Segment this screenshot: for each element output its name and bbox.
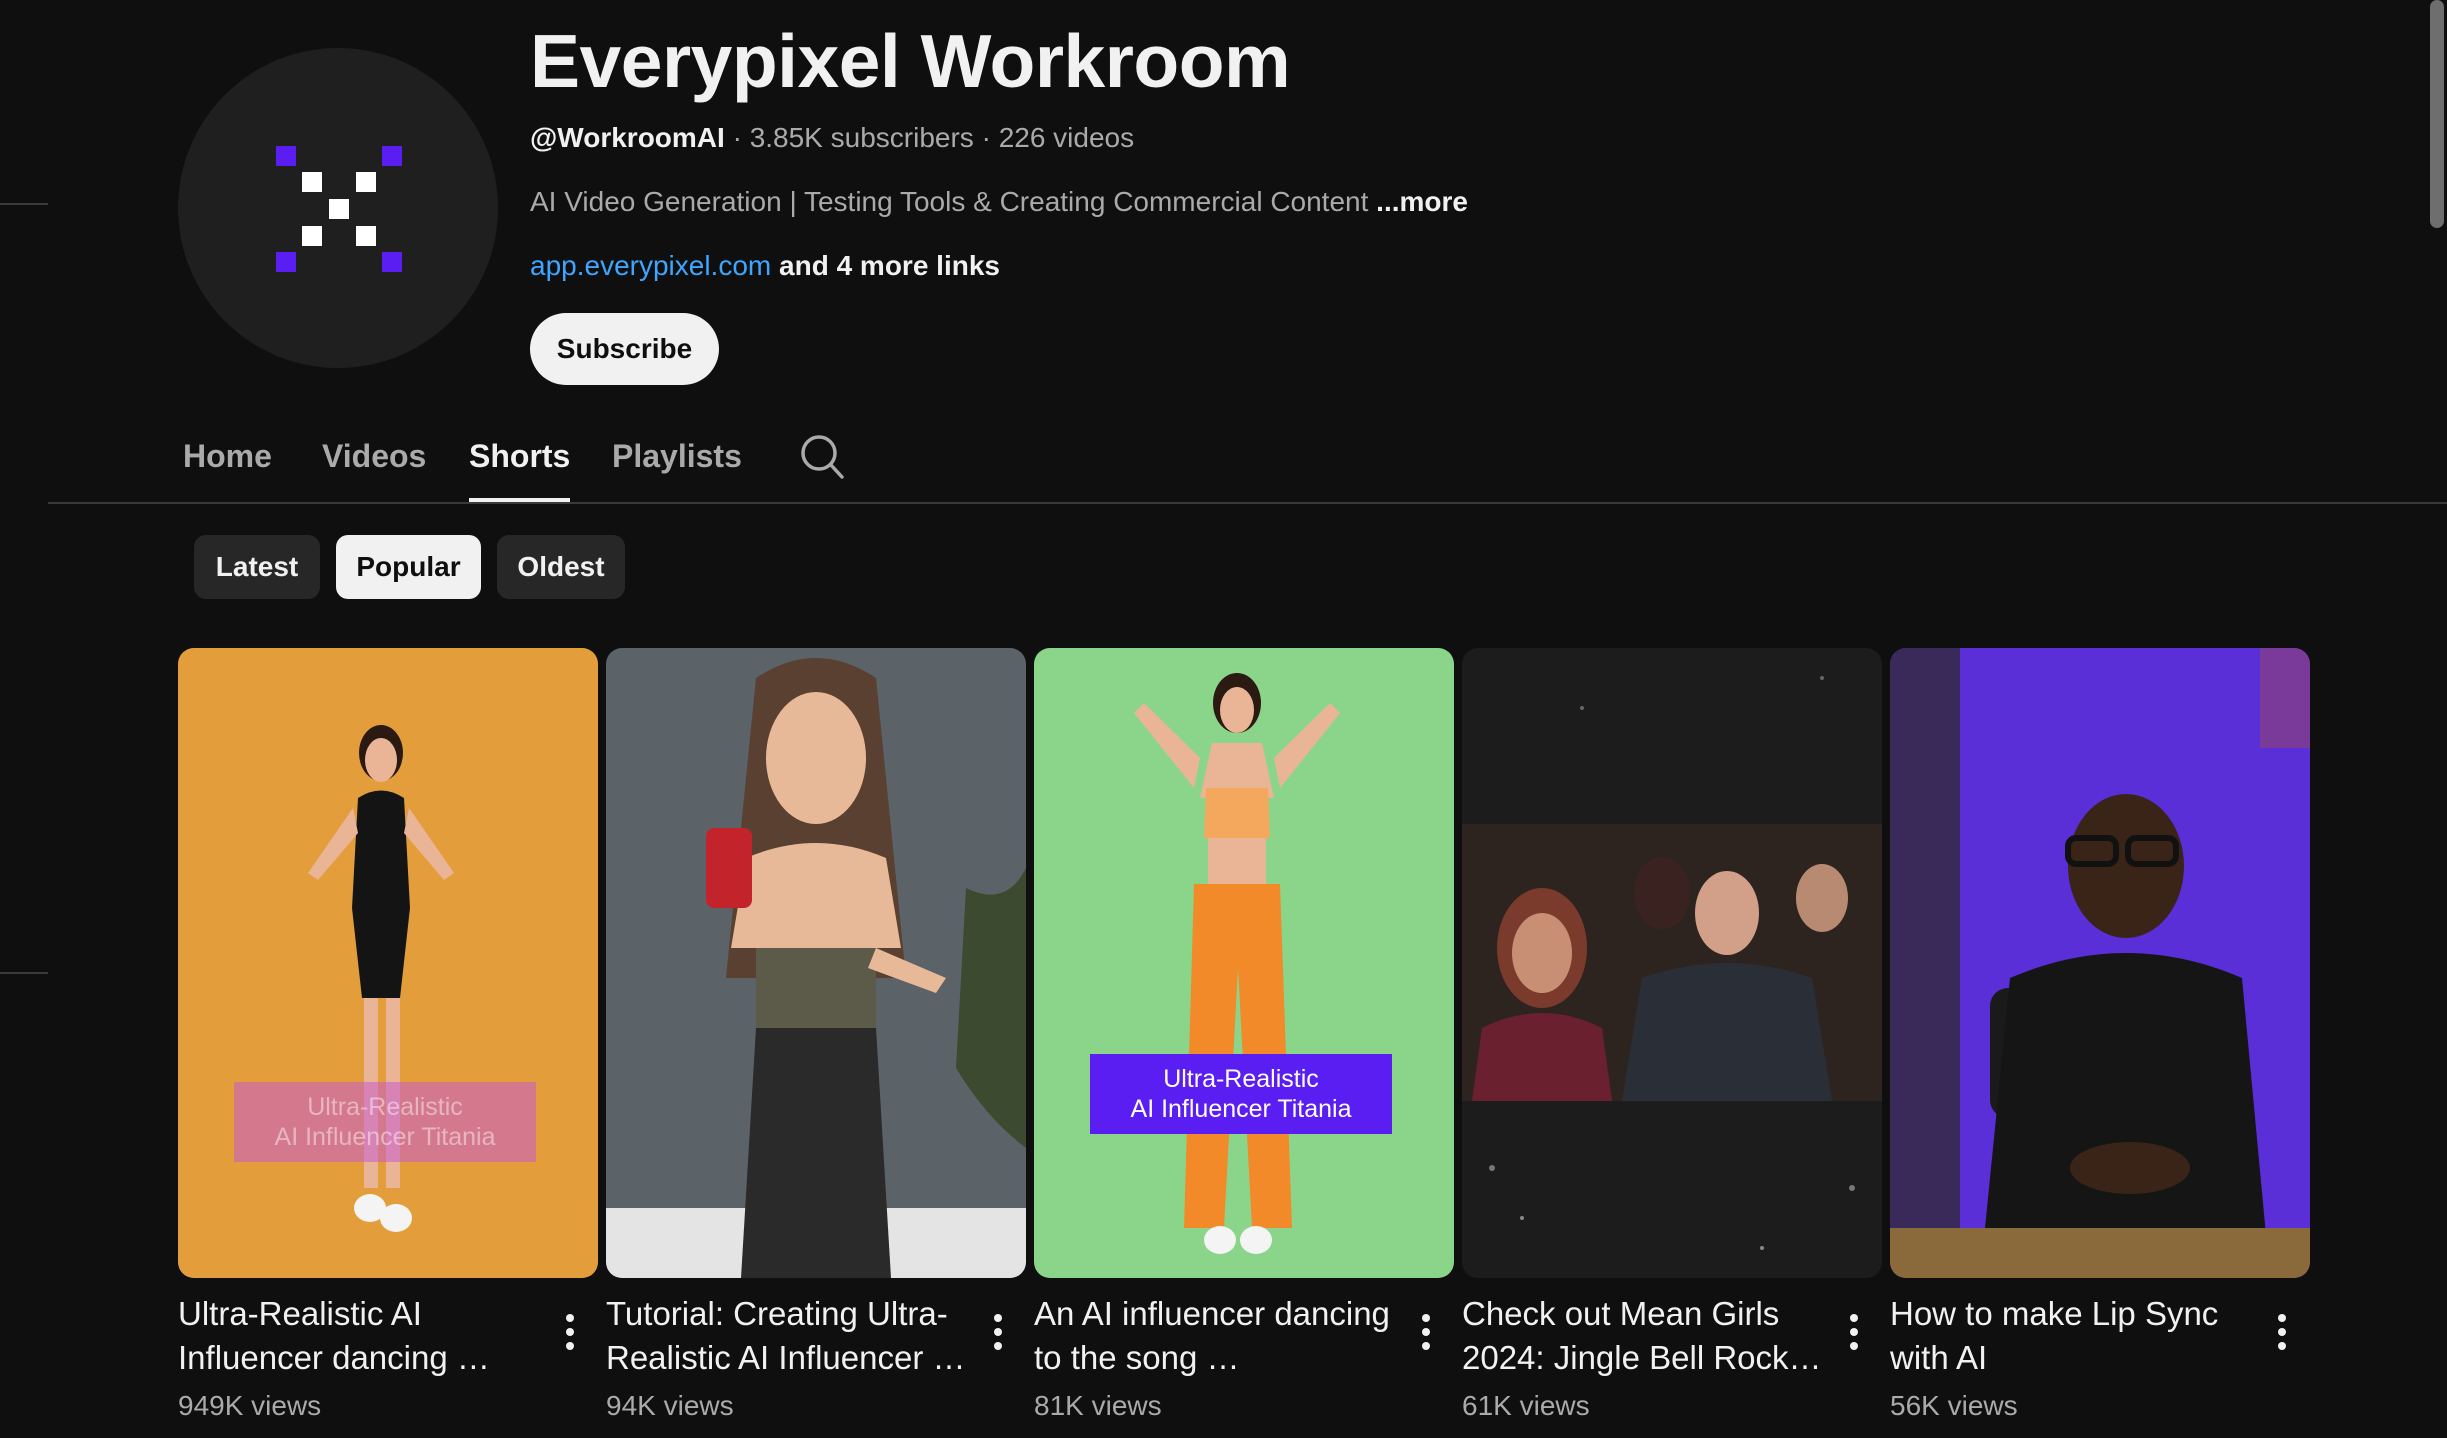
subscriber-count: 3.85K subscribers [749, 122, 974, 153]
left-divider [0, 203, 48, 205]
tabs-divider [48, 502, 2447, 504]
short-thumbnail[interactable] [1462, 648, 1882, 1278]
short-title[interactable]: Check out Mean Girls 2024: Jingle Bell R… [1462, 1292, 1822, 1380]
short-views: 61K views [1462, 1390, 1590, 1421]
short-views: 56K views [1890, 1390, 2018, 1421]
short-thumbnail[interactable] [1890, 648, 2310, 1278]
more-vert-icon[interactable] [988, 1312, 1008, 1352]
filter-oldest[interactable]: Oldest [497, 535, 625, 599]
channel-links: app.everypixel.com and 4 more links [530, 250, 1000, 282]
subscribe-button[interactable]: Subscribe [530, 313, 719, 385]
thumbnail-overlay-text: Ultra-Realistic AI Influencer Titania [1090, 1054, 1392, 1134]
more-links-button[interactable]: and 4 more links [779, 250, 1000, 281]
channel-link[interactable]: app.everypixel.com [530, 250, 771, 281]
channel-title: Everypixel Workroom [530, 19, 1291, 103]
short-card[interactable]: Check out Mean Girls 2024: Jingle Bell R… [1462, 648, 1882, 1421]
description-more-link[interactable]: ...more [1376, 186, 1468, 217]
video-count: 226 videos [998, 122, 1135, 153]
short-thumbnail[interactable] [606, 648, 1026, 1278]
short-card[interactable]: Tutorial: Creating Ultra-Realistic AI In… [606, 648, 1026, 1421]
channel-meta: @WorkroomAI · 3.85K subscribers · 226 vi… [530, 122, 1134, 154]
short-thumbnail[interactable]: Ultra-Realistic AI Influencer Titania [178, 648, 598, 1278]
scrollbar[interactable] [2430, 0, 2444, 228]
short-card[interactable]: Ultra-Realistic AI Influencer Titania Ul… [178, 648, 598, 1421]
short-card[interactable]: Ultra-Realistic AI Influencer Titania An… [1034, 648, 1454, 1421]
tab-playlists[interactable]: Playlists [612, 430, 742, 502]
more-vert-icon[interactable] [1416, 1312, 1436, 1352]
short-title[interactable]: Ultra-Realistic AI Influencer dancing … [178, 1292, 538, 1380]
thumbnail-overlay-text: Ultra-Realistic AI Influencer Titania [234, 1082, 536, 1162]
short-views: 94K views [606, 1390, 734, 1421]
filter-popular[interactable]: Popular [336, 535, 481, 599]
channel-handle: @WorkroomAI [530, 122, 725, 153]
short-title[interactable]: How to make Lip Sync with AI [1890, 1292, 2250, 1380]
more-vert-icon[interactable] [1844, 1312, 1864, 1352]
more-vert-icon[interactable] [560, 1312, 580, 1352]
filter-latest[interactable]: Latest [194, 535, 320, 599]
channel-description[interactable]: AI Video Generation | Testing Tools & Cr… [530, 186, 1468, 218]
tab-videos[interactable]: Videos [322, 430, 426, 502]
search-icon[interactable] [800, 432, 844, 485]
short-card[interactable]: How to make Lip Sync with AI 56K views [1890, 648, 2310, 1421]
short-thumbnail[interactable]: Ultra-Realistic AI Influencer Titania [1034, 648, 1454, 1278]
meta-separator: · [981, 122, 991, 153]
short-title[interactable]: Tutorial: Creating Ultra-Realistic AI In… [606, 1292, 966, 1380]
tab-shorts[interactable]: Shorts [469, 430, 571, 502]
everypixel-logo [276, 146, 402, 272]
channel-avatar[interactable] [178, 48, 498, 368]
meta-separator: · [732, 122, 742, 153]
short-title[interactable]: An AI influencer dancing to the song … [1034, 1292, 1394, 1380]
left-divider [0, 972, 48, 974]
description-text: AI Video Generation | Testing Tools & Cr… [530, 186, 1369, 217]
short-views: 81K views [1034, 1390, 1162, 1421]
tab-home[interactable]: Home [183, 430, 272, 502]
short-views: 949K views [178, 1390, 322, 1421]
more-vert-icon[interactable] [2272, 1312, 2292, 1352]
